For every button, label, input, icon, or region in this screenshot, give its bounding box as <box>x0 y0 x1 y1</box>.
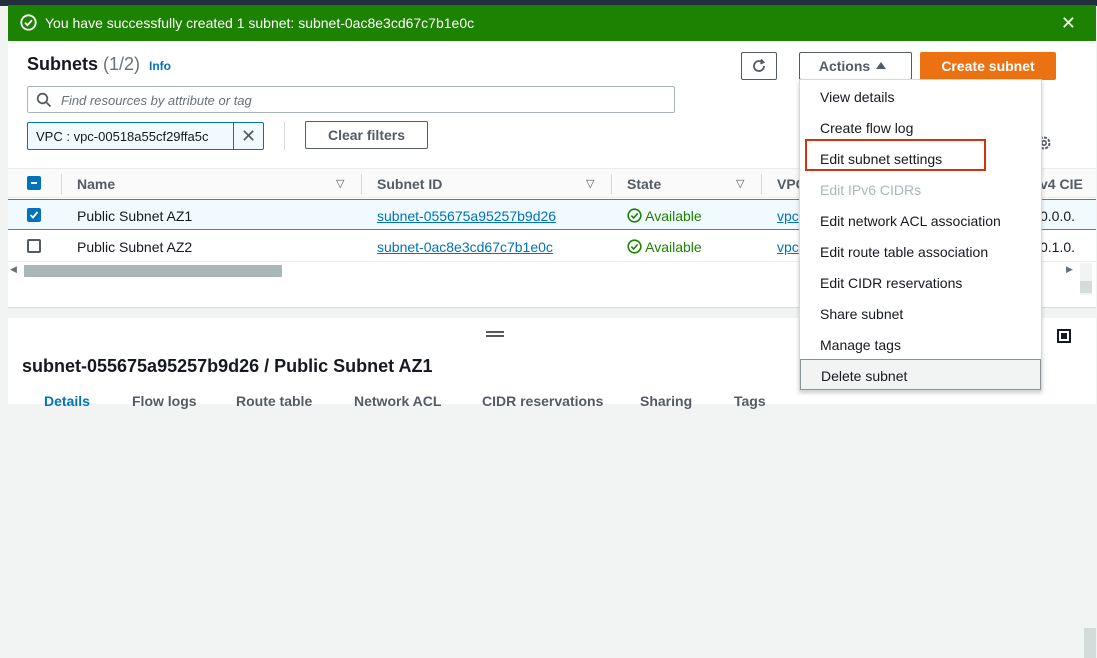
menu-item-edit-ipv6-cidrs: Edit IPv6 CIDRs <box>820 182 922 198</box>
sort-icon[interactable]: ▽ <box>586 177 594 190</box>
check-circle-icon <box>20 14 37 31</box>
row-checkbox[interactable] <box>27 239 41 253</box>
tab-route-table[interactable]: Route table <box>236 393 312 409</box>
menu-item-delete-subnet[interactable]: Delete subnet <box>800 359 1041 390</box>
menu-item-edit-cidr-reservations[interactable]: Edit CIDR reservations <box>800 267 1041 298</box>
create-subnet-label: Create subnet <box>941 58 1035 74</box>
sort-icon[interactable]: ▽ <box>336 177 344 190</box>
filter-token: VPC : vpc-00518a55cf29ffa5c ✕ <box>27 122 264 150</box>
sort-icon[interactable]: ▽ <box>736 177 744 190</box>
column-subnet-id[interactable]: Subnet ID <box>377 176 442 192</box>
actions-label: Actions <box>818 58 871 74</box>
subnet-id-link[interactable]: subnet-055675a95257b9d26 <box>377 208 556 224</box>
subnet-id-link[interactable]: subnet-0ac8e3cd67c7b1e0c <box>377 239 553 255</box>
column-state[interactable]: State <box>627 176 661 192</box>
success-message: You have successfully created 1 subnet: … <box>45 15 475 31</box>
tab-tags[interactable]: Tags <box>734 393 766 409</box>
menu-item-share-subnet[interactable]: Share subnet <box>800 298 1041 329</box>
menu-item-manage-tags[interactable]: Manage tags <box>800 329 1041 360</box>
search-input[interactable]: Find resources by attribute or tag <box>27 86 675 113</box>
refresh-icon <box>753 58 766 72</box>
details-title: subnet-055675a95257b9d26 / Public Subnet… <box>22 356 433 376</box>
maximize-icon[interactable] <box>1057 329 1071 343</box>
scroll-left-icon[interactable]: ◀ <box>10 264 17 275</box>
state-label: Available <box>645 239 702 255</box>
refresh-button[interactable] <box>741 52 777 80</box>
state-label: Available <box>645 208 702 224</box>
ipv4-cidr: 0.0.0. <box>1040 208 1076 224</box>
highlight-box <box>805 139 986 171</box>
tab-cidr-reservations[interactable]: CIDR reservations <box>482 393 603 409</box>
state-status: Available <box>627 239 702 255</box>
subnet-name: Public Subnet AZ2 <box>77 239 193 255</box>
search-placeholder: Find resources by attribute or tag <box>61 93 252 108</box>
vertical-scrollbar[interactable] <box>1080 263 1092 295</box>
actions-button[interactable]: Actions <box>799 52 912 80</box>
row-checkbox[interactable] <box>27 208 41 222</box>
vertical-scrollbar[interactable] <box>1084 576 1097 658</box>
scrollbar-thumb[interactable] <box>24 265 282 277</box>
tab-flow-logs[interactable]: Flow logs <box>132 393 197 409</box>
state-status: Available <box>627 208 702 224</box>
column-ipv4-cidr[interactable]: v4 CIE <box>1040 176 1083 192</box>
scroll-right-icon[interactable]: ▶ <box>1066 264 1073 275</box>
column-divider <box>611 174 612 194</box>
filter-token-label: VPC : vpc-00518a55cf29ffa5c <box>36 129 209 144</box>
remove-filter-icon[interactable]: ✕ <box>233 123 263 149</box>
subnet-name: Public Subnet AZ1 <box>77 208 193 224</box>
column-divider <box>761 174 762 194</box>
create-subnet-button[interactable]: Create subnet <box>920 52 1056 80</box>
search-icon <box>36 92 52 108</box>
close-icon[interactable]: ✕ <box>1061 14 1076 32</box>
column-divider <box>61 174 62 194</box>
resize-handle[interactable] <box>486 331 504 337</box>
vpc-link[interactable]: vpc <box>777 239 799 255</box>
actions-menu: View details Create flow log Edit subnet… <box>799 79 1042 391</box>
menu-item-edit-network-acl-association[interactable]: Edit network ACL association <box>800 205 1041 236</box>
column-divider <box>361 174 362 194</box>
ipv4-cidr: 0.1.0. <box>1040 239 1076 255</box>
divider <box>284 122 285 150</box>
vpc-link[interactable]: vpc <box>777 208 799 224</box>
tab-sharing[interactable]: Sharing <box>640 393 692 409</box>
title-text: Subnets <box>27 54 99 74</box>
page-title: Subnets (1/2) <box>27 54 140 75</box>
check-circle-icon <box>627 208 642 223</box>
info-link[interactable]: Info <box>149 59 171 73</box>
menu-item-edit-route-table-association[interactable]: Edit route table association <box>800 236 1041 267</box>
menu-item-view-details[interactable]: View details <box>800 81 1041 112</box>
clear-filters-button[interactable]: Clear filters <box>305 121 428 149</box>
check-circle-icon <box>627 239 642 254</box>
caret-up-icon <box>876 62 887 69</box>
selection-count: (1/2) <box>103 54 141 74</box>
column-name[interactable]: Name <box>77 176 115 192</box>
tab-network-acl[interactable]: Network ACL <box>354 393 441 409</box>
success-banner: You have successfully created 1 subnet: … <box>8 5 1096 41</box>
clear-filters-label: Clear filters <box>327 127 406 143</box>
select-all-checkbox[interactable] <box>27 176 41 190</box>
tab-details[interactable]: Details <box>44 393 90 409</box>
